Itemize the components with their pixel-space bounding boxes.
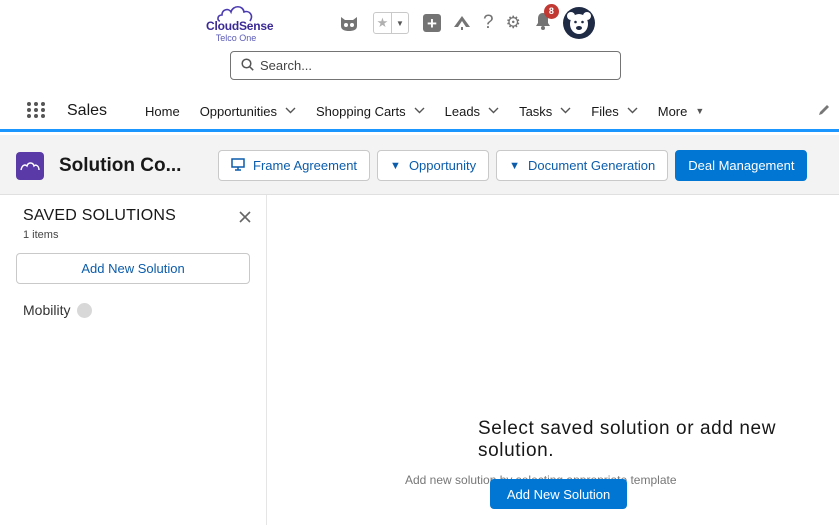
app-launcher-icon[interactable] [27, 102, 47, 118]
frame-agreement-label: Frame Agreement [253, 158, 358, 173]
nav-item-label: Tasks [519, 103, 553, 119]
dropdown-icon[interactable]: ▼ [391, 13, 408, 33]
edit-nav-pencil-icon[interactable] [818, 104, 830, 119]
chevron-down-icon[interactable] [285, 105, 296, 117]
document-generation-button[interactable]: ▼ Document Generation [496, 150, 669, 181]
cat-icon[interactable] [339, 14, 359, 32]
page-title: Solution Co... [59, 155, 182, 176]
add-new-solution-button[interactable]: Add New Solution [490, 479, 627, 509]
header-utility-icons: ★ ▼ + ? ⚙ 8 [339, 3, 595, 40]
page-actions: Frame Agreement ▼ Opportunity ▼ Document… [218, 150, 814, 181]
trailhead-icon[interactable] [453, 15, 471, 31]
nav-item-tasks[interactable]: Tasks [519, 104, 571, 119]
nav-item-home[interactable]: Home [145, 104, 180, 119]
opportunity-label: Opportunity [408, 158, 477, 173]
empty-state: Select saved solution or add new solutio… [268, 418, 839, 487]
close-icon[interactable] [239, 207, 251, 228]
star-icon[interactable]: ★ [374, 13, 391, 33]
nav-item-shopping-carts[interactable]: Shopping Carts [316, 104, 425, 119]
search-input[interactable] [260, 58, 600, 73]
plus-icon[interactable]: + [423, 14, 441, 32]
caret-down-icon: ▼ [509, 159, 521, 172]
caret-down-icon: ▼ [390, 159, 401, 172]
caret-down-icon[interactable]: ▼ [695, 106, 704, 116]
nav-item-opportunities[interactable]: Opportunities [200, 104, 296, 119]
gear-icon[interactable]: ⚙ [506, 13, 521, 33]
nav-item-label: Shopping Carts [316, 103, 406, 119]
global-search[interactable] [230, 51, 621, 80]
add-new-solution-button-panel[interactable]: Add New Solution [16, 253, 250, 284]
deal-management-button[interactable]: Deal Management [675, 150, 808, 181]
global-header: CloudSense Telco One ★ ▼ + ? ⚙ 8 Search.… [0, 0, 839, 90]
logo-sub-text: Telco One [215, 33, 257, 43]
monitor-icon [231, 157, 245, 174]
nav-item-label: Opportunities [199, 103, 278, 119]
cloudsense-logo[interactable]: CloudSense Telco One [206, 4, 274, 48]
status-dot-icon [77, 302, 93, 318]
chevron-down-icon[interactable] [414, 105, 425, 117]
search-icon [241, 57, 254, 74]
solution-console-icon [16, 152, 44, 180]
favorites-group: ★ ▼ [373, 12, 409, 34]
avatar-icon[interactable] [562, 7, 595, 39]
help-icon[interactable]: ? [483, 12, 494, 34]
frame-agreement-button[interactable]: Frame Agreement [218, 150, 371, 181]
nav-item-label: Leads [444, 103, 481, 119]
deal-management-label: Deal Management [688, 158, 795, 173]
saved-solutions-title: SAVED SOLUTIONS [23, 207, 176, 224]
notifications[interactable]: 8 [535, 3, 559, 35]
chevron-down-icon[interactable] [560, 105, 571, 117]
nav-item-leads[interactable]: Leads [445, 104, 499, 119]
chevron-down-icon[interactable] [488, 105, 499, 117]
chevron-down-icon[interactable] [627, 105, 638, 117]
empty-state-title: Select saved solution or add new solutio… [478, 418, 777, 461]
nav-item-label: Files [591, 103, 619, 119]
nav-item-files[interactable]: Files [591, 103, 638, 119]
nav-item-label: More [657, 103, 688, 119]
saved-solutions-panel: SAVED SOLUTIONS 1 items Add New Solution… [0, 195, 267, 525]
saved-solution-item[interactable]: Mobility [23, 302, 93, 318]
nav-item-more[interactable]: More ▼ [658, 104, 705, 119]
saved-solutions-count: 1 items [23, 229, 59, 241]
logo-brand-text: CloudSense [206, 19, 274, 33]
page-header: Solution Co... Frame Agreement ▼ Opportu… [0, 135, 839, 195]
nav-items: Home Opportunities Shopping Carts Leads … [145, 90, 724, 132]
notification-badge: 8 [543, 3, 559, 19]
app-nav-bar: Sales Home Opportunities Shopping Carts … [0, 90, 839, 132]
document-generation-label: Document Generation [528, 158, 656, 173]
opportunity-button[interactable]: ▼ Opportunity [377, 150, 490, 181]
nav-item-label: Home [145, 103, 180, 119]
app-name: Sales [67, 102, 108, 119]
saved-solution-name: Mobility [23, 302, 71, 318]
